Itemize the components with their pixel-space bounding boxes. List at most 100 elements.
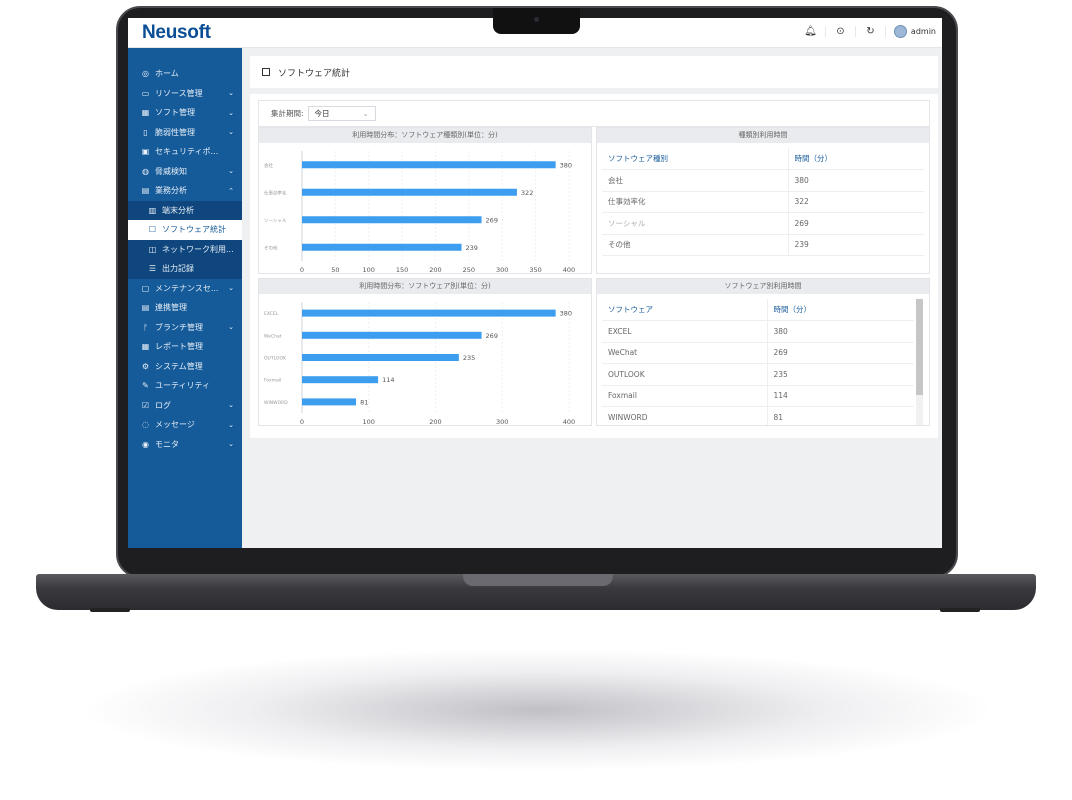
table-row[interactable]: Foxmail 114: [602, 385, 914, 407]
chevron-icon: ⌄: [228, 401, 234, 410]
table-row[interactable]: その他 239: [602, 234, 924, 256]
refresh-icon[interactable]: ↻: [856, 26, 886, 37]
sidebar-item-icon: ᚠ: [143, 322, 148, 332]
table-row[interactable]: WeChat 269: [602, 342, 914, 364]
table-row[interactable]: 会社 380: [602, 169, 924, 192]
sidebar-item-label: ソフトウェア統計: [162, 225, 226, 235]
sidebar-item[interactable]: ◎ ホーム: [128, 64, 242, 84]
bar[interactable]: [302, 243, 462, 251]
sidebar-item-label: 端末分析: [162, 205, 194, 215]
table-cell: 仕事効率化: [602, 191, 788, 213]
column-header[interactable]: ソフトウェア: [602, 299, 767, 321]
sidebar-item-icon: ▤: [141, 186, 150, 196]
table-cell: 81: [766, 406, 914, 425]
table-cell: 239: [787, 234, 924, 256]
sidebar-item-icon: ▯: [143, 127, 148, 137]
sidebar-item[interactable]: ◫ ネットワーク利用...: [128, 239, 242, 259]
table-title: ソフトウェア別利用時間: [597, 279, 929, 294]
chevron-icon: ⌄: [228, 89, 234, 98]
chevron-down-icon: ⌄: [362, 109, 369, 118]
column-header[interactable]: ソフトウェア種別: [602, 148, 788, 170]
table-cell: 380: [787, 169, 924, 192]
user-menu[interactable]: admin: [886, 25, 936, 38]
sidebar-item[interactable]: ▦ ソフト管理 ⌄: [128, 103, 242, 123]
bar[interactable]: [302, 161, 556, 169]
sidebar-item[interactable]: ☰ 出力記録: [128, 259, 242, 279]
sidebar-item-label: メッセージ: [155, 420, 195, 430]
sidebar-item-icon: ☑: [141, 400, 150, 410]
sidebar-item-label: ホーム: [155, 69, 179, 79]
sidebar-item[interactable]: ◌ メッセージ ⌄: [128, 415, 242, 435]
sidebar-item[interactable]: ▯ 脆弱性管理 ⌄: [128, 123, 242, 143]
bar[interactable]: [302, 376, 379, 384]
chevron-icon: ⌄: [228, 108, 234, 117]
x-tick-label: 100: [363, 418, 375, 426]
bar[interactable]: [302, 188, 517, 196]
sidebar-item-label: 脆弱性管理: [155, 127, 195, 137]
sidebar-item-label: 業務分析: [155, 186, 187, 196]
category-label: OUTLOOK: [264, 356, 287, 362]
sidebar-item[interactable]: ☑ ログ ⌄: [128, 396, 242, 416]
bar[interactable]: [302, 309, 556, 317]
sidebar-item-icon: ⚙: [141, 361, 150, 371]
sidebar-item-icon: ▥: [148, 205, 157, 215]
sidebar-item[interactable]: ▤ 連携管理: [128, 298, 242, 318]
sidebar-item[interactable]: ◉ モニタ ⌄: [128, 435, 242, 455]
x-tick-label: 150: [396, 266, 408, 274]
app-logo[interactable]: Neusoft: [142, 22, 211, 44]
sidebar-item-icon: ☐: [148, 225, 157, 235]
table-cell: 235: [766, 363, 914, 386]
username: admin: [910, 27, 936, 36]
sidebar-item[interactable]: ▭ リソース管理 ⌄: [128, 84, 242, 104]
chart-card-category: 利用時間分布：ソフトウェア種類別(単位：分) 0 50 100 150 200 250 30…: [258, 127, 592, 274]
sidebar-item[interactable]: ▣ セキュリティポ...: [128, 142, 242, 162]
period-select[interactable]: 今日 ⌄: [307, 106, 376, 121]
bar[interactable]: [302, 331, 482, 339]
x-tick-label: 200: [429, 418, 441, 426]
sidebar-item-label: ユーティリティ: [155, 381, 211, 391]
screen: Neusoft 🔔︎ ⊙ ↻ admin ◎ ホーム ▭ リソース管理 ⌄ ▦ ソフト管理 ⌄…: [128, 18, 942, 548]
category-label: その他: [264, 244, 278, 251]
column-header[interactable]: 時間（分）: [787, 148, 924, 170]
laptop-opening-notch: [463, 574, 613, 586]
sidebar-item-label: リソース管理: [155, 88, 203, 98]
sidebar-item-icon: ☰: [148, 264, 157, 274]
table-row[interactable]: 仕事効率化 322: [602, 191, 924, 213]
chevron-icon: ⌄: [228, 420, 234, 429]
sidebar-item[interactable]: ▥ 端末分析: [128, 200, 242, 220]
table-row[interactable]: WINWORD 81: [602, 406, 914, 425]
table-row[interactable]: ソーシャル 269: [602, 212, 924, 235]
bar-value-label: 269: [486, 332, 498, 340]
scrollbar-thumb[interactable]: [916, 299, 923, 395]
x-tick-label: 300: [496, 418, 508, 426]
bar[interactable]: [302, 354, 459, 361]
category-label: Foxmail: [264, 378, 281, 384]
sidebar-item-label: レポート管理: [155, 342, 203, 352]
table-header-row: ソフトウェア 時間（分）: [602, 299, 914, 321]
sidebar-item[interactable]: ☐ ソフトウェア統計: [128, 220, 242, 240]
sidebar-item[interactable]: ▤ 業務分析 ⌃: [128, 181, 242, 201]
sidebar-item-icon: ◎: [142, 69, 149, 79]
sidebar-item[interactable]: ⚙ システム管理: [128, 357, 242, 377]
table-cell: 322: [787, 191, 924, 213]
sidebar-item[interactable]: ✎ ユーティリティ: [128, 376, 242, 396]
table-row[interactable]: EXCEL 380: [602, 320, 914, 343]
sidebar-item[interactable]: ᚠ ブランチ管理 ⌄: [128, 318, 242, 338]
column-header[interactable]: 時間（分）: [766, 299, 914, 321]
bar[interactable]: [302, 398, 357, 406]
help-icon[interactable]: ⊙: [826, 26, 856, 37]
laptop-foot: [940, 608, 980, 612]
bell-icon[interactable]: 🔔︎: [796, 26, 826, 37]
avatar-icon: [893, 25, 907, 38]
chevron-icon: ⌃: [228, 186, 234, 195]
x-tick-label: 400: [563, 266, 575, 274]
bar[interactable]: [302, 216, 482, 224]
sidebar-item[interactable]: ▦ レポート管理: [128, 337, 242, 357]
sidebar-item-icon: ▣: [141, 147, 150, 157]
sidebar-item-label: セキュリティポ...: [155, 147, 219, 157]
sidebar-item-label: モニタ: [155, 439, 179, 449]
sidebar-item[interactable]: ▢ メンテナンスセ... ⌄: [128, 279, 242, 299]
table-row[interactable]: OUTLOOK 235: [602, 363, 914, 386]
sidebar-item[interactable]: ◍ 脅威検知 ⌄: [128, 162, 242, 182]
x-tick-label: 200: [429, 266, 441, 274]
